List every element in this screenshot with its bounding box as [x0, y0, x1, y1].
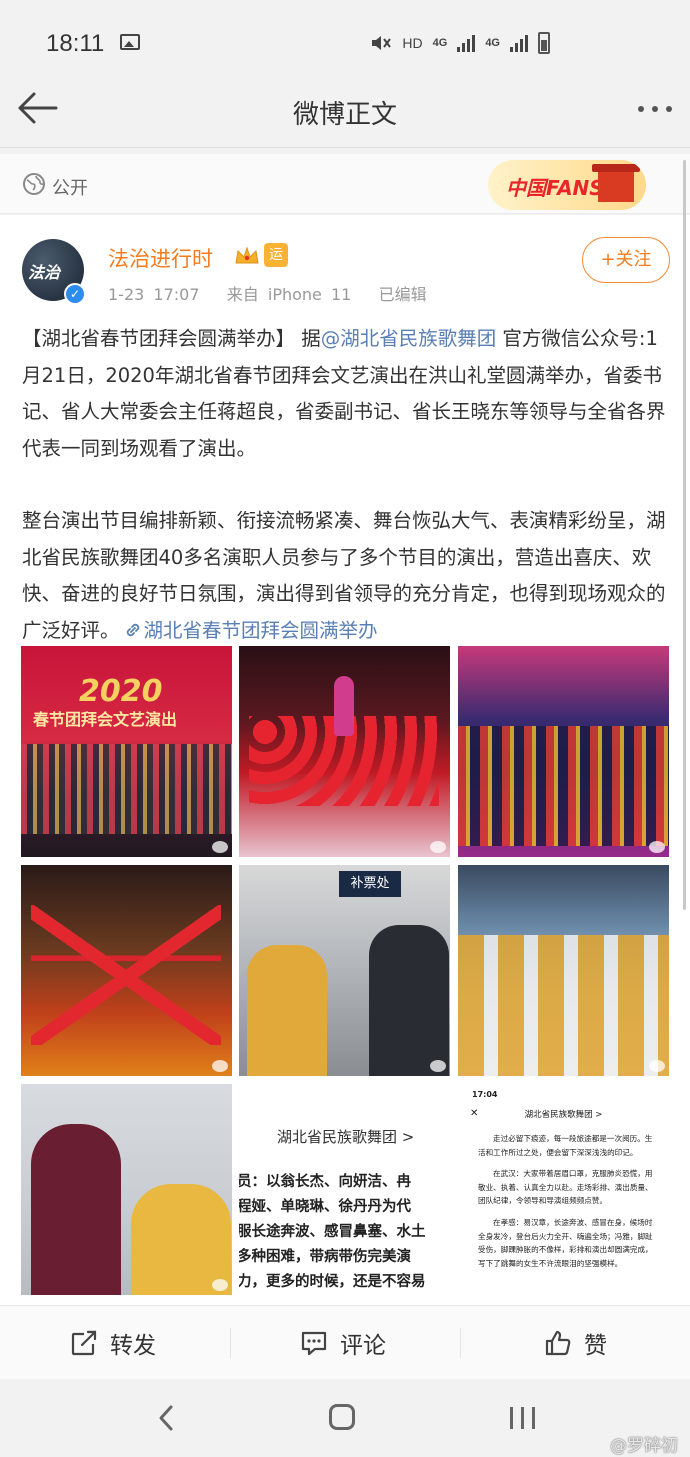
- comment-icon: [301, 1331, 327, 1356]
- page-title: 微博正文: [292, 100, 397, 130]
- photo-9-paragraph: 在孝感：易汉章，长途奔波、感冒在身，候场时全身发冷，登台后火力全开、嗨遍全场；冯…: [478, 1217, 653, 1268]
- photo-5-sign: 补票处: [339, 871, 401, 897]
- system-navigation-bar: @罗碎初: [0, 1379, 690, 1457]
- photo-7[interactable]: [21, 1084, 232, 1295]
- fans-badge-text: 中国FANS: [506, 176, 604, 200]
- photo-6[interactable]: [458, 865, 669, 1076]
- post-card: 法治 ✓ 法治进行时 运 1-23 17:07 来自 iPhone 11 已编辑…: [0, 215, 690, 1305]
- post-time: 1-23 17:07: [108, 285, 200, 304]
- photo-1-year: 2020: [79, 674, 163, 709]
- post-paragraph-2: 整台演出节目编排新颖、衔接流畅紧凑、舞台恢弘大气、表演精彩纷呈，湖北省民族歌舞团…: [22, 503, 670, 649]
- photo-9-paragraph: 走过必留下痕迹，每一段旅途都是一次阅历。生活和工作所过之处，便会留下深深浅浅的印…: [478, 1134, 653, 1157]
- thumbs-up-icon: [545, 1330, 571, 1356]
- photo-9[interactable]: 17:04 ✕ 湖北省民族歌舞团 > 走过必留下痕迹，每一段旅途都是一次阅历。生…: [458, 1084, 669, 1295]
- verified-badge-icon: ✓: [64, 283, 86, 305]
- globe-icon: [23, 173, 45, 195]
- system-back-icon[interactable]: [156, 1403, 176, 1433]
- system-home-icon[interactable]: [329, 1404, 355, 1430]
- more-options-icon[interactable]: [638, 106, 672, 112]
- photo-8-line: 多种困难，带病带伤完美演: [239, 1249, 411, 1265]
- author-name[interactable]: 法治进行时: [108, 243, 213, 273]
- scrollbar[interactable]: [683, 160, 686, 910]
- post-text-1a: 【湖北省春节团拜会圆满举办】 据: [22, 327, 321, 350]
- photo-4[interactable]: [21, 865, 232, 1076]
- photo-9-paragraph: 在武汉：大家带着居眉口罩，克服肺炎恐慌，用敬业、执着、认真全力以赴。走场彩排、演…: [478, 1169, 653, 1206]
- top-navigation-bar: 微博正文: [0, 70, 690, 148]
- repost-button[interactable]: 转发: [70, 1306, 156, 1380]
- photo-8-line: 程娅、单晓琳、徐丹丹为代: [239, 1199, 411, 1215]
- mute-icon: [372, 36, 392, 50]
- photo-9-text: 走过必留下痕迹，每一段旅途都是一次阅历。生活和工作所过之处，便会留下深深浅浅的印…: [478, 1132, 660, 1278]
- status-indicators: HD 4G 4G: [370, 32, 550, 54]
- network-4g-label-2: 4G: [485, 37, 500, 49]
- post-action-bar: 转发 评论 赞: [0, 1305, 690, 1379]
- photo-8-title: 湖北省民族歌舞团 >: [277, 1128, 415, 1146]
- like-label: 赞: [584, 1333, 607, 1359]
- post-meta: 1-23 17:07 来自 iPhone 11 已编辑: [108, 281, 427, 305]
- photo-5[interactable]: 补票处: [239, 865, 450, 1076]
- post-paragraph-1: 【湖北省春节团拜会圆满举办】 据@湖北省民族歌舞团 官方微信公众号:1月21日，…: [22, 321, 670, 467]
- hd-label: HD: [402, 35, 423, 51]
- system-recent-apps-icon[interactable]: [510, 1407, 535, 1429]
- photo-1[interactable]: 2020 春节团拜会文艺演出: [21, 646, 232, 857]
- like-button[interactable]: 赞: [544, 1306, 607, 1380]
- signal-icon-1: [457, 34, 476, 52]
- photo-2[interactable]: [239, 646, 450, 857]
- gate-icon: [592, 164, 640, 202]
- photo-8-line: 服长途奔波、感冒鼻塞、水土: [239, 1224, 426, 1240]
- photo-grid: 2020 春节团拜会文艺演出 补票处 湖北省民族歌舞团 > 员：以翁长杰、向妍洁…: [21, 646, 669, 1296]
- china-fans-badge[interactable]: 中国FANS: [488, 160, 646, 210]
- visibility-row: 公开 中国FANS: [0, 154, 690, 214]
- photo-9-title: 湖北省民族歌舞团 >: [524, 1110, 603, 1120]
- photo-8-text: 员：以翁长杰、向妍洁、冉 程娅、单晓琳、徐丹丹为代 服长途奔波、感冒鼻塞、水土 …: [239, 1170, 450, 1295]
- signal-icon-2: [510, 34, 528, 52]
- network-4g-label-1: 4G: [432, 37, 448, 49]
- yun-badge-icon: 运: [264, 243, 288, 267]
- link-icon: [126, 623, 139, 636]
- photo-8-line: 力，更多的时候，还是不容易: [239, 1274, 426, 1290]
- photo-8-line: 员：以翁长杰、向妍洁、冉: [239, 1174, 411, 1190]
- topic-link-label: 湖北省春节团拜会圆满举办: [143, 618, 378, 642]
- repost-label: 转发: [110, 1333, 156, 1359]
- photo-9-time: 17:04: [472, 1090, 498, 1099]
- post-source: 来自 iPhone 11: [226, 285, 352, 304]
- post-body: 【湖北省春节团拜会圆满举办】 据@湖北省民族歌舞团 官方微信公众号:1月21日，…: [22, 321, 670, 685]
- image-notification-icon: [120, 34, 140, 50]
- edited-label: 已编辑: [378, 285, 427, 304]
- status-time: 18:11: [46, 30, 105, 57]
- avatar-text: 法治: [28, 263, 61, 282]
- photo-8[interactable]: 湖北省民族歌舞团 > 员：以翁长杰、向妍洁、冉 程娅、单晓琳、徐丹丹为代 服长途…: [239, 1084, 450, 1295]
- mention-link[interactable]: @湖北省民族歌舞团: [321, 327, 497, 350]
- comment-button[interactable]: 评论: [300, 1306, 386, 1380]
- battery-icon: [538, 32, 550, 54]
- follow-button[interactable]: +关注: [582, 237, 670, 283]
- photo-1-caption: 春节团拜会文艺演出: [33, 710, 178, 729]
- crown-icon: [235, 246, 259, 264]
- topic-link[interactable]: 湖北省春节团拜会圆满举办: [120, 619, 378, 642]
- photo-3[interactable]: [458, 646, 669, 857]
- comment-label: 评论: [340, 1333, 386, 1359]
- watermark: @罗碎初: [610, 1436, 678, 1456]
- visibility-label: 公开: [52, 178, 88, 199]
- repost-icon: [71, 1330, 97, 1356]
